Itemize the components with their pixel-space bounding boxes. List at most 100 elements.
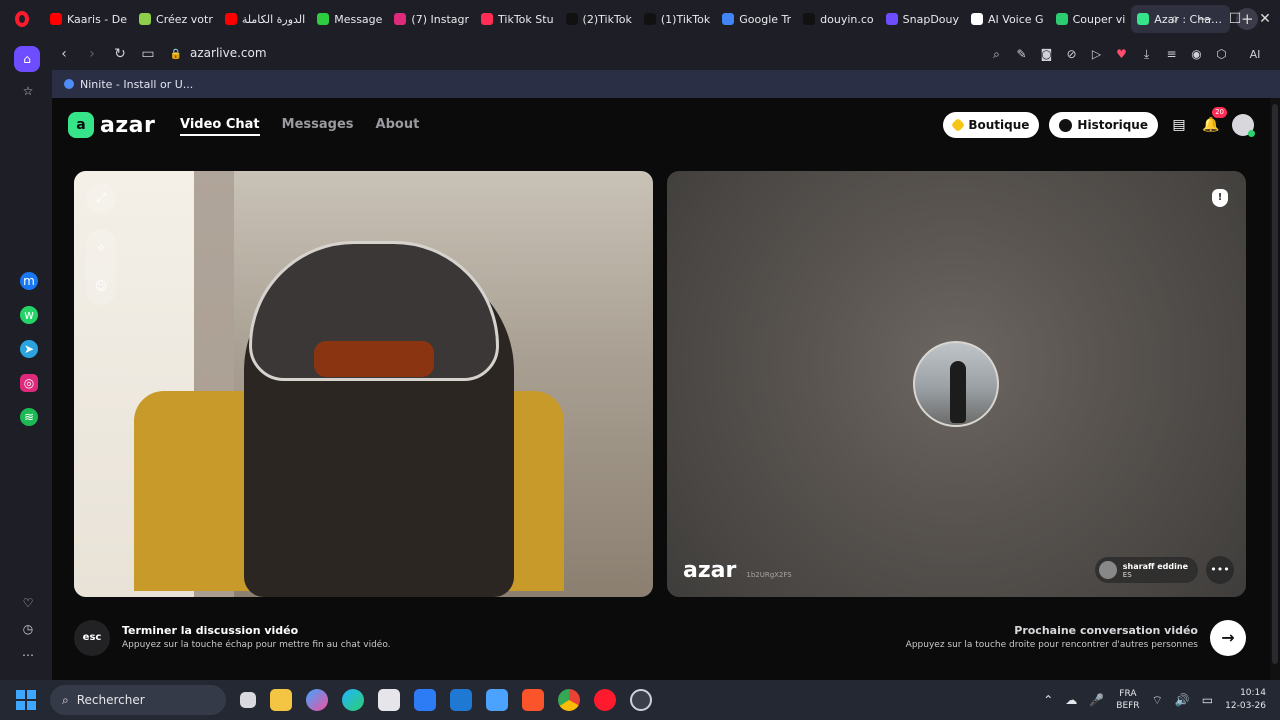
- easy-setup-icon[interactable]: ≡: [1163, 47, 1180, 61]
- tab-label: douyin.co: [820, 12, 874, 26]
- browser-tab[interactable]: (2)TikTok: [560, 5, 638, 33]
- chat-bubble-button[interactable]: •••: [1206, 556, 1234, 584]
- brave-icon[interactable]: [522, 689, 544, 711]
- heart-outline-icon[interactable]: ♡: [17, 592, 39, 614]
- next-chat-button[interactable]: →: [1210, 620, 1246, 656]
- forward-button[interactable]: ›: [84, 46, 100, 62]
- spotify-icon[interactable]: ≋: [20, 408, 38, 426]
- todo-icon[interactable]: [486, 689, 508, 711]
- telegram-icon[interactable]: ➤: [20, 340, 38, 358]
- file-explorer-icon[interactable]: [270, 689, 292, 711]
- messenger-icon[interactable]: m: [20, 272, 38, 290]
- browser-tab[interactable]: douyin.co: [797, 5, 880, 33]
- tray-chevron-icon[interactable]: ⌃: [1043, 693, 1053, 707]
- browser-tab[interactable]: SnapDouy: [880, 5, 965, 33]
- peer-video-pane: ! azar 1b2URgX2FS sharaff eddine ES •••: [667, 171, 1246, 597]
- profile-icon[interactable]: ◉: [1188, 47, 1205, 61]
- boutique-label: Boutique: [968, 118, 1030, 132]
- end-chat-button[interactable]: esc: [74, 620, 110, 656]
- gem-icon: [951, 117, 966, 133]
- adblock-icon[interactable]: ⊘: [1063, 47, 1080, 61]
- user-avatar[interactable]: [1232, 114, 1255, 137]
- more-icon[interactable]: ⋯: [17, 644, 39, 666]
- tab-favicon-icon: [565, 13, 578, 25]
- edge-icon[interactable]: [342, 689, 364, 711]
- maximize-button[interactable]: ☐: [1220, 11, 1250, 27]
- camera-icon[interactable]: ◙: [1038, 47, 1055, 61]
- peer-profile-photo: [913, 341, 999, 427]
- bell-icon[interactable]: 🔔 20: [1200, 107, 1227, 136]
- azar-logo[interactable]: a azar: [68, 112, 155, 138]
- home-icon[interactable]: ⌂: [14, 46, 40, 72]
- language-indicator[interactable]: FRA BEFR: [1116, 688, 1139, 712]
- store-icon[interactable]: [378, 689, 400, 711]
- browser-tab[interactable]: AI Voice G: [965, 5, 1050, 33]
- heart-icon[interactable]: ♥: [1113, 47, 1130, 61]
- tab-search-icon[interactable]: ⌕: [1160, 11, 1190, 27]
- copilot-icon[interactable]: [306, 689, 328, 711]
- nav-video-chat[interactable]: Video Chat: [180, 117, 260, 136]
- nav-about[interactable]: About: [376, 117, 420, 136]
- opera-gx-icon[interactable]: [630, 689, 652, 711]
- bookmarks-bar: Ninite - Install or U...: [52, 70, 1280, 98]
- outlook-icon[interactable]: [450, 689, 472, 711]
- azar-watermark: azar 1b2URgX2FS: [683, 558, 792, 583]
- task-view-icon[interactable]: [240, 692, 256, 708]
- inbox-icon[interactable]: ▤: [1168, 114, 1190, 136]
- play-icon[interactable]: ▷: [1088, 47, 1105, 61]
- tab-label: Kaaris - De: [67, 12, 128, 26]
- battery-icon[interactable]: ▭: [1202, 693, 1213, 707]
- browser-tab[interactable]: Créez votr: [133, 5, 219, 33]
- historique-button[interactable]: Historique: [1049, 112, 1158, 138]
- clock[interactable]: 10:14 12-03-26: [1225, 687, 1266, 713]
- zoom-icon[interactable]: ⌕: [988, 47, 1005, 62]
- magic-wand-icon[interactable]: ✧: [96, 241, 106, 255]
- bookmark-ninite[interactable]: Ninite - Install or U...: [80, 78, 193, 91]
- opera-menu-button[interactable]: [0, 0, 44, 38]
- editor-icon[interactable]: [414, 689, 436, 711]
- browser-tab[interactable]: Couper vi: [1050, 5, 1132, 33]
- browser-tab[interactable]: TikTok Stu: [475, 5, 560, 33]
- aria-ai-button[interactable]: AI: [1238, 48, 1272, 61]
- star-icon[interactable]: ☆: [17, 80, 39, 102]
- microphone-icon[interactable]: 🎤: [1089, 693, 1104, 707]
- volume-icon[interactable]: 🔊: [1175, 693, 1190, 707]
- expand-video-button[interactable]: ⤢: [86, 183, 116, 213]
- cube-icon[interactable]: ⬡: [1213, 47, 1230, 61]
- whatsapp-icon[interactable]: w: [20, 306, 38, 324]
- chrome-icon[interactable]: [558, 689, 580, 711]
- history-icon[interactable]: ◷: [17, 618, 39, 640]
- language-line1: FRA: [1119, 689, 1137, 699]
- instagram-icon[interactable]: ◎: [20, 374, 38, 392]
- onedrive-icon[interactable]: ☁: [1065, 693, 1077, 707]
- peer-info-chip[interactable]: sharaff eddine ES: [1094, 557, 1198, 583]
- minimize-button[interactable]: —: [1190, 11, 1220, 27]
- url-field[interactable]: azarlive.com: [190, 46, 267, 60]
- report-shield-icon[interactable]: !: [1212, 189, 1228, 207]
- nav-messages[interactable]: Messages: [282, 117, 354, 136]
- snapshot-icon[interactable]: ▭: [140, 46, 156, 62]
- face-filter-icon[interactable]: ☺: [95, 279, 108, 293]
- windows-start-icon[interactable]: [16, 690, 36, 710]
- boutique-button[interactable]: Boutique: [943, 112, 1040, 138]
- browser-tab[interactable]: (1)TikTok: [638, 5, 716, 33]
- arrow-right-icon: →: [1221, 628, 1235, 647]
- next-chat-title: Prochaine conversation vidéo: [1014, 624, 1198, 637]
- browser-tab[interactable]: الدورة الكاملة: [219, 5, 311, 33]
- window-controls: ⌕ — ☐ ✕: [1160, 0, 1280, 38]
- header-actions: Boutique Historique ▤ 🔔 20: [943, 107, 1255, 138]
- close-button[interactable]: ✕: [1250, 11, 1280, 27]
- reload-button[interactable]: ↻: [112, 46, 128, 62]
- browser-tab[interactable]: Message: [311, 5, 388, 33]
- taskbar-search[interactable]: ⌕ Rechercher: [50, 685, 226, 715]
- download-icon[interactable]: ⤓: [1138, 47, 1155, 62]
- browser-tab[interactable]: (7) Instagr: [388, 5, 475, 33]
- back-button[interactable]: ‹: [56, 46, 72, 62]
- video-effects-toolbar: ✧ ☺: [86, 229, 116, 305]
- edit-icon[interactable]: ✎: [1013, 47, 1030, 61]
- browser-tab[interactable]: Kaaris - De: [44, 5, 133, 33]
- browser-tab[interactable]: Google Tr: [716, 5, 797, 33]
- page-scrollbar[interactable]: [1270, 98, 1280, 680]
- opera-taskbar-icon[interactable]: [594, 689, 616, 711]
- wifi-icon[interactable]: ⌔: [1152, 693, 1163, 708]
